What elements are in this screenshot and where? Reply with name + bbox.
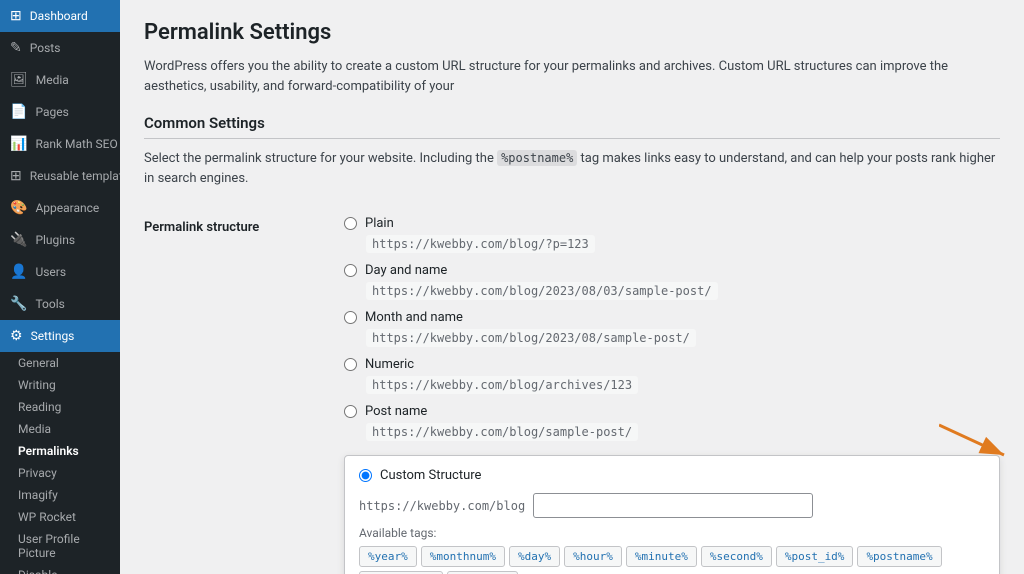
radio-plain-label: Plain [365, 216, 394, 231]
pages-icon: 📄 [10, 104, 27, 120]
radio-plain[interactable]: Plain [344, 216, 1000, 231]
reusable-icon: ⊞ [10, 168, 22, 184]
radio-post-name[interactable]: Post name [344, 404, 1000, 419]
appearance-icon: 🎨 [10, 200, 27, 216]
url-post-name: https://kwebby.com/blog/sample-post/ [366, 423, 638, 441]
url-plain: https://kwebby.com/blog/?p=123 [366, 235, 595, 253]
sidebar-sub-disable-comments[interactable]: Disable Comments [0, 564, 120, 574]
url-day-name: https://kwebby.com/blog/2023/08/03/sampl… [366, 282, 718, 300]
media-icon: 🖼 [10, 72, 28, 88]
sidebar-item-users[interactable]: 👤 Users [0, 256, 120, 288]
plugins-icon: 🔌 [10, 232, 27, 248]
intro-text: WordPress offers you the ability to crea… [144, 57, 1000, 96]
sidebar-item-tools[interactable]: 🔧 Tools [0, 288, 120, 320]
custom-url-prefix: https://kwebby.com/blog [359, 499, 525, 513]
sidebar-item-media[interactable]: 🖼 Media [0, 64, 120, 96]
sidebar-sub-wp-rocket[interactable]: WP Rocket [0, 506, 120, 528]
sidebar-sub-privacy[interactable]: Privacy [0, 462, 120, 484]
sidebar-item-appearance[interactable]: 🎨 Appearance [0, 192, 120, 224]
sidebar-item-rank-math[interactable]: 📊 Rank Math SEO [0, 128, 120, 160]
main-content: Permalink Settings WordPress offers you … [120, 0, 1024, 574]
sidebar-sub-imagify[interactable]: Imagify [0, 484, 120, 506]
available-tags-label: Available tags: [359, 526, 985, 540]
tag-button-day[interactable]: %day% [509, 546, 560, 567]
permalink-structure-row: Permalink structure Plain https://kwebby… [144, 204, 1000, 574]
custom-structure-box: Custom Structure https://kwebby.com/blog… [344, 455, 1000, 574]
dashboard-icon: ⊞ [10, 8, 22, 24]
tools-icon: 🔧 [10, 296, 27, 312]
sidebar-item-plugins[interactable]: 🔌 Plugins [0, 224, 120, 256]
radio-custom-input[interactable] [359, 469, 372, 482]
permalink-structure-options: Plain https://kwebby.com/blog/?p=123 Day… [344, 204, 1000, 574]
radio-day-name-input[interactable] [344, 264, 357, 277]
sidebar-sub-permalinks[interactable]: Permalinks [0, 440, 120, 462]
rank-math-icon: 📊 [10, 136, 27, 152]
radio-month-name[interactable]: Month and name [344, 310, 1000, 325]
sidebar-sub-media[interactable]: Media [0, 418, 120, 440]
radio-day-name[interactable]: Day and name [344, 263, 1000, 278]
custom-structure-input-row: https://kwebby.com/blog [359, 493, 985, 518]
radio-plain-input[interactable] [344, 217, 357, 230]
settings-table: Permalink structure Plain https://kwebby… [144, 204, 1000, 574]
radio-numeric-input[interactable] [344, 358, 357, 371]
page-title: Permalink Settings [144, 20, 1000, 45]
radio-custom-label: Custom Structure [380, 468, 481, 483]
tag-button-post_id[interactable]: %post_id% [776, 546, 854, 567]
radio-post-name-input[interactable] [344, 405, 357, 418]
sidebar-item-posts[interactable]: ✎ Posts [0, 32, 120, 64]
users-icon: 👤 [10, 264, 27, 280]
tags-row: %year%%monthnum%%day%%hour%%minute%%seco… [359, 546, 985, 574]
postname-tag: %postname% [497, 150, 577, 166]
settings-icon: ⚙ [10, 328, 23, 344]
sidebar-item-settings[interactable]: ⚙ Settings [0, 320, 120, 352]
radio-numeric-label: Numeric [365, 357, 414, 372]
radio-month-name-input[interactable] [344, 311, 357, 324]
tag-button-second[interactable]: %second% [701, 546, 772, 567]
sidebar: ⊞ Dashboard ✎ Posts 🖼 Media 📄 Pages 📊 Ra… [0, 0, 120, 574]
tag-button-postname[interactable]: %postname% [857, 546, 941, 567]
url-month-name: https://kwebby.com/blog/2023/08/sample-p… [366, 329, 696, 347]
radio-month-name-label: Month and name [365, 310, 463, 325]
radio-numeric[interactable]: Numeric [344, 357, 1000, 372]
radio-custom-structure[interactable]: Custom Structure [359, 468, 985, 483]
custom-structure-text-input[interactable] [533, 493, 813, 518]
radio-post-name-label: Post name [365, 404, 427, 419]
permalink-structure-label: Permalink structure [144, 204, 344, 574]
posts-icon: ✎ [10, 40, 22, 56]
tag-button-year[interactable]: %year% [359, 546, 417, 567]
radio-day-name-label: Day and name [365, 263, 447, 278]
arrow-indicator [939, 420, 1019, 460]
sidebar-sub-user-profile-picture[interactable]: User Profile Picture [0, 528, 120, 564]
section-desc: Select the permalink structure for your … [144, 149, 1000, 188]
sidebar-item-dashboard[interactable]: ⊞ Dashboard [0, 0, 120, 32]
tag-button-hour[interactable]: %hour% [564, 546, 622, 567]
tag-button-minute[interactable]: %minute% [626, 546, 697, 567]
url-numeric: https://kwebby.com/blog/archives/123 [366, 376, 638, 394]
sidebar-item-pages[interactable]: 📄 Pages [0, 96, 120, 128]
sidebar-sub-reading[interactable]: Reading [0, 396, 120, 418]
sidebar-sub-general[interactable]: General [0, 352, 120, 374]
common-settings-title: Common Settings [144, 114, 1000, 139]
tag-button-monthnum[interactable]: %monthnum% [421, 546, 505, 567]
sidebar-item-reusable-templates[interactable]: ⊞ Reusable templates [0, 160, 120, 192]
sidebar-sub-writing[interactable]: Writing [0, 374, 120, 396]
